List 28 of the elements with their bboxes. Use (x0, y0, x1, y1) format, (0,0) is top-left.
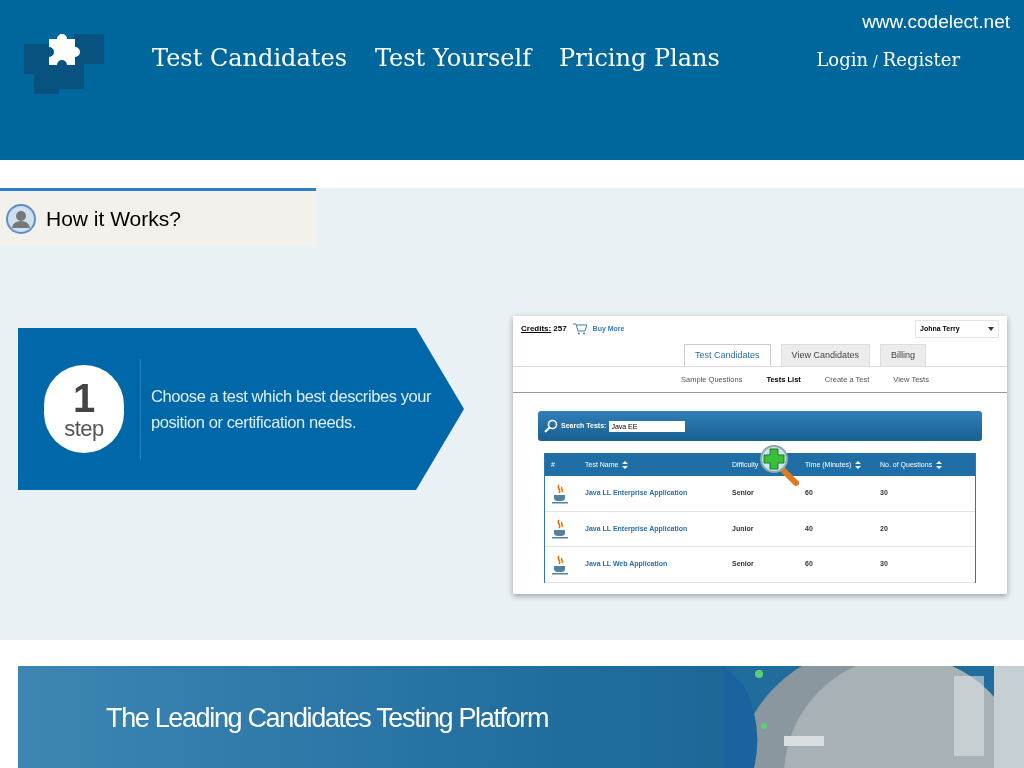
search-icon (544, 419, 558, 434)
user-icon (6, 203, 36, 234)
zoom-in-icon (758, 443, 800, 488)
sort-icon[interactable] (622, 460, 629, 469)
register-link[interactable]: Register (882, 46, 960, 73)
sort-icon[interactable] (936, 460, 943, 469)
banner-title: The Leading Candidates Testing Platform (106, 702, 549, 735)
tab[interactable]: Billing (879, 344, 926, 366)
tab[interactable]: Test Candidates (684, 344, 771, 366)
credits-count: 257 (553, 323, 567, 335)
site-url: www.codelect.net (862, 10, 1010, 34)
step-label: step (64, 418, 104, 440)
step-description: Choose a test which best describes your position or certification needs. (151, 386, 433, 433)
tab[interactable]: View Candidates (780, 344, 870, 366)
caret-icon (988, 327, 994, 331)
nav-link[interactable]: Test Candidates (152, 40, 347, 76)
step-number: 1 (72, 378, 96, 418)
login-link[interactable]: Login (816, 46, 869, 73)
separator: / (873, 52, 878, 71)
coffee-cup-icon (551, 519, 569, 539)
sort-icon[interactable] (855, 460, 862, 469)
nav-link[interactable]: Test Yourself (374, 40, 532, 76)
section-title: How it Works? (46, 205, 181, 232)
credits-label: Credits: (521, 323, 552, 335)
coffee-cup-icon (551, 483, 569, 504)
coffee-cup-icon (551, 554, 569, 575)
nav-link[interactable]: Pricing Plans (559, 40, 720, 76)
cart-icon (572, 323, 587, 335)
